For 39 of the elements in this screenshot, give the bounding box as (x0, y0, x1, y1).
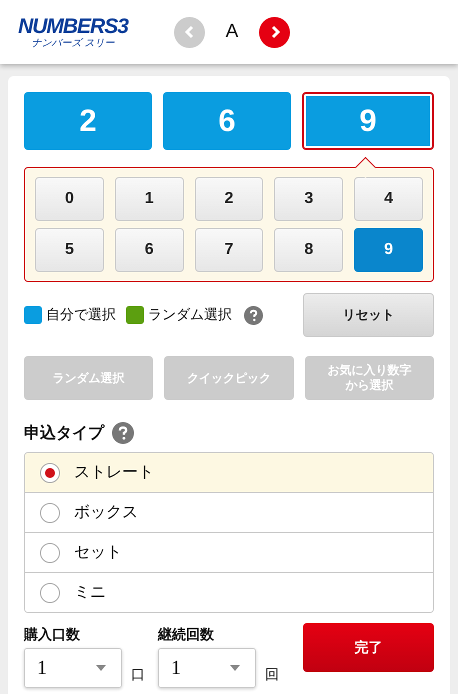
option-label: ボックス (74, 502, 138, 523)
legend-label: 自分で選択 (46, 306, 116, 324)
set-label: A (224, 21, 240, 43)
radio-button[interactable] (40, 502, 60, 522)
logo-subtitle: ナンバーズ スリー (31, 38, 115, 48)
dropdown[interactable]: 1 (24, 648, 122, 688)
number-key[interactable]: 0 (35, 177, 104, 221)
radio-button[interactable] (40, 582, 60, 602)
type-option[interactable]: ミニ (25, 572, 433, 612)
section-title: 申込タイプ (24, 422, 104, 444)
help-icon[interactable] (244, 306, 263, 324)
number-key[interactable]: 1 (114, 177, 184, 221)
number-key[interactable]: 5 (35, 228, 104, 272)
option-label: セット (74, 542, 122, 563)
field-label: 継続回数 (158, 626, 215, 644)
dropdown-arrow-icon (96, 665, 106, 671)
number-key[interactable]: 4 (354, 177, 423, 221)
dropdown-arrow-icon (230, 665, 240, 671)
unit-label: 口 (131, 666, 145, 684)
dropdown[interactable]: 1 (158, 648, 256, 688)
next-button[interactable] (259, 16, 290, 48)
number-key[interactable]: 6 (114, 228, 184, 272)
logo-title: NUMBERS3 (18, 16, 128, 38)
legend-label: ランダム選択 (148, 306, 232, 324)
reset-button[interactable]: リセット (303, 293, 434, 337)
number-key[interactable]: 3 (274, 177, 344, 221)
option-label: ストレート (74, 462, 154, 483)
number-key[interactable]: 7 (194, 228, 264, 272)
radio-button[interactable] (40, 542, 60, 562)
unit-label: 回 (265, 666, 279, 684)
type-option[interactable]: ストレート (25, 453, 433, 492)
option-label: ミニ (74, 582, 106, 603)
field-label: 購入口数 (24, 626, 81, 644)
radio-button[interactable] (40, 462, 60, 482)
number-key[interactable]: 2 (194, 177, 264, 221)
help-icon[interactable] (112, 422, 134, 444)
number-key[interactable]: 8 (274, 228, 344, 272)
number-key[interactable]: 9 (354, 228, 423, 272)
complete-button[interactable]: 完了 (303, 623, 434, 672)
